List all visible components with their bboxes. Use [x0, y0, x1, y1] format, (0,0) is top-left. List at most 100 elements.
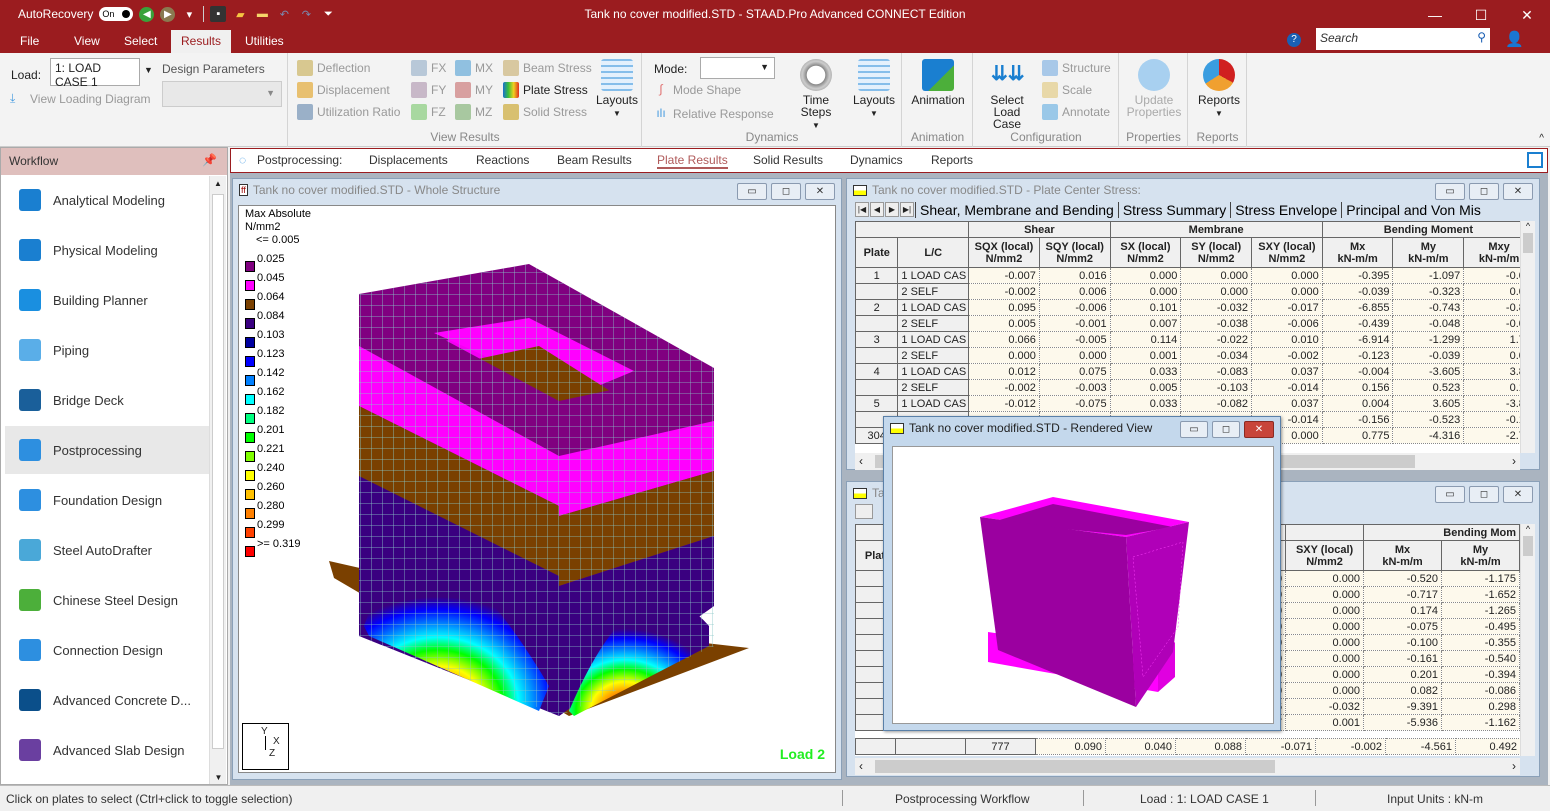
sidebar-item-bridge-deck[interactable]: Bridge Deck	[5, 376, 209, 424]
rendered-viewport[interactable]	[892, 446, 1274, 724]
close-window-button[interactable]: ✕	[805, 183, 835, 200]
column-header[interactable]: SXY (local) N/mm2	[1285, 540, 1365, 571]
layouts-dynamics-button[interactable]: Layouts ▼	[851, 59, 897, 120]
sidebar-item-advanced-slab-design[interactable]: Advanced Slab Design	[5, 726, 209, 774]
sidebar-item-piping[interactable]: Piping	[5, 326, 209, 374]
tab-reactions[interactable]: Reactions	[476, 153, 529, 167]
tab-reports[interactable]: Reports	[931, 153, 973, 167]
user-icon[interactable]: 👤	[1505, 30, 1524, 48]
search-input[interactable]: Search ⚲	[1316, 28, 1490, 50]
my-button[interactable]: MY	[455, 82, 493, 98]
column-header[interactable]: L/C	[897, 237, 970, 268]
time-steps-button[interactable]: Time Steps ▼	[786, 59, 846, 132]
scrollbar-thumb[interactable]	[212, 194, 224, 749]
table-hscroll[interactable]: ‹ ›	[855, 758, 1520, 775]
structure-button[interactable]: Structure	[1042, 60, 1111, 76]
sidebar-item-chinese-steel-design[interactable]: Chinese Steel Design	[5, 576, 209, 624]
sidebar-item-building-planner[interactable]: Building Planner	[5, 276, 209, 324]
table-vscroll[interactable]: ^	[1520, 524, 1535, 756]
sidebar-item-advanced-concrete-d[interactable]: Advanced Concrete D...	[5, 676, 209, 724]
menu-view[interactable]: View	[74, 34, 100, 48]
tab-dynamics[interactable]: Dynamics	[850, 153, 903, 167]
column-header[interactable]: SQX (local) N/mm2	[968, 237, 1040, 268]
displacement-button[interactable]: Displacement	[297, 82, 390, 98]
layout-toggle-icon[interactable]	[1527, 152, 1543, 168]
first-tab-icon[interactable]	[855, 504, 873, 519]
tab-stress-envelope[interactable]: Stress Envelope	[1230, 201, 1341, 218]
scroll-down-icon[interactable]: ▼	[210, 773, 227, 782]
menu-results[interactable]: Results	[171, 30, 232, 53]
structure-viewport[interactable]: Max Absolute N/mm2 <= 0.005 0.025 0.045 0.…	[238, 205, 836, 773]
menu-utilities[interactable]: Utilities	[245, 34, 284, 48]
column-header[interactable]: SY (local) N/mm2	[1180, 237, 1253, 268]
update-properties-button[interactable]: Update Properties	[1124, 59, 1184, 118]
restore-window-button[interactable]: ◻	[771, 183, 801, 200]
column-header[interactable]: My kN-m/m	[1441, 540, 1520, 571]
table-row[interactable]: 0.0000.0000.174-1.265	[1244, 602, 1520, 619]
table-row[interactable]: 0.0000.000-0.161-0.540	[1244, 650, 1520, 667]
fy-button[interactable]: FY	[411, 82, 446, 98]
select-load-case-button[interactable]: ⇊⇊ Select Load Case	[982, 59, 1032, 130]
table-row[interactable]: 11 LOAD CAS -0.007 0.016 0.000 0.000 0.000 -0.…	[855, 267, 1520, 284]
table-row[interactable]: 0.0000.000-0.100-0.355	[1244, 634, 1520, 651]
minimize-window-button[interactable]: ▭	[1180, 421, 1208, 438]
load-select[interactable]: 1: LOAD CASE 1	[50, 58, 140, 89]
mz-button[interactable]: MZ	[455, 104, 492, 120]
tab-stress-summary[interactable]: Stress Summary	[1117, 201, 1230, 218]
table-row[interactable]: 0.0000.0000.201-0.394	[1244, 666, 1520, 683]
table-row[interactable]: 0.0000.000-0.717-1.652	[1244, 586, 1520, 603]
close-window-button[interactable]: ✕	[1503, 183, 1533, 200]
minimize-window-button[interactable]: ▭	[1435, 486, 1465, 503]
annotate-button[interactable]: Annotate	[1042, 104, 1110, 120]
menu-file[interactable]: File	[20, 34, 39, 48]
last-tab-icon[interactable]: ▶|	[900, 202, 914, 217]
close-window-button[interactable]: ✕	[1503, 486, 1533, 503]
table-row[interactable]: 41 LOAD CAS 0.012 0.075 0.033 -0.083 0.037 -0.…	[855, 363, 1520, 380]
mode-select[interactable]: ▼	[700, 57, 775, 79]
table-row[interactable]: 0.0000.000-0.520-1.175	[1244, 570, 1520, 587]
table-row[interactable]: 2 SELF 0.005 -0.001 0.007 -0.038 -0.006 -0.439…	[855, 315, 1520, 332]
tab-beam-results[interactable]: Beam Results	[557, 153, 632, 167]
sidebar-item-steel-autodrafter[interactable]: Steel AutoDrafter	[5, 526, 209, 574]
minimize-window-button[interactable]: ▭	[737, 183, 767, 200]
table-row[interactable]: 2 SELF -0.002 0.006 0.000 0.000 0.000 -0.039 -0…	[855, 283, 1520, 300]
table-row[interactable]: 21 LOAD CAS 0.095 -0.006 0.101 -0.032 -0.017-…	[855, 299, 1520, 316]
restore-window-button[interactable]: ◻	[1212, 421, 1240, 438]
mx-button[interactable]: MX	[455, 60, 493, 76]
minimize-button[interactable]: —	[1412, 0, 1458, 30]
relative-response-button[interactable]: ılı Relative Response	[653, 106, 773, 122]
table-row[interactable]: 31 LOAD CAS 0.066 -0.005 0.114 -0.022 0.010 -6…	[855, 331, 1520, 348]
table-row[interactable]: 0.0000.000-0.075-0.495	[1244, 618, 1520, 635]
sidebar-item-postprocessing[interactable]: Postprocessing	[5, 426, 209, 474]
pin-icon[interactable]: 📌	[202, 153, 217, 167]
sidebar-item-connection-design[interactable]: Connection Design	[5, 626, 209, 674]
table-row[interactable]: 0.0000.0000.082-0.086	[1244, 682, 1520, 699]
table-row[interactable]: -0.0370.001-5.936-1.162	[1244, 714, 1520, 731]
table-row[interactable]: 777 0.090 0.040 0.088 -0.071 -0.002 -4.561 0.49…	[855, 738, 1520, 755]
column-header[interactable]: Mxy kN-m/m	[1463, 237, 1520, 268]
sidebar-item-physical-modeling[interactable]: Physical Modeling	[5, 226, 209, 274]
column-header[interactable]: SXY (local) N/mm2	[1251, 237, 1323, 268]
tab-displacements[interactable]: Displacements	[369, 153, 448, 167]
table-row[interactable]: 51 LOAD CAS -0.012 -0.075 0.033 -0.082 0.037 0…	[855, 395, 1520, 412]
layouts-button[interactable]: Layouts ▼	[595, 59, 639, 120]
tab-solid-results[interactable]: Solid Results	[753, 153, 823, 167]
minimize-window-button[interactable]: ▭	[1435, 183, 1465, 200]
view-loading-diagram-button[interactable]: ⤓ View Loading Diagram	[10, 91, 151, 107]
column-header[interactable]: Mx kN-m/m	[1363, 540, 1442, 571]
column-header[interactable]: Plate	[855, 237, 899, 268]
column-header[interactable]: SQY (local) N/mm2	[1038, 237, 1111, 268]
deflection-button[interactable]: Deflection	[297, 60, 370, 76]
mode-shape-button[interactable]: ∫ Mode Shape	[653, 82, 741, 98]
column-header[interactable]: Mx kN-m/m	[1321, 237, 1394, 268]
table-vscroll[interactable]: ^	[1520, 221, 1535, 453]
tab-shear-membrane-bending[interactable]: Shear, Membrane and Bending	[915, 201, 1118, 218]
column-header[interactable]: SX (local) N/mm2	[1109, 237, 1182, 268]
prev-tab-icon[interactable]: ◀	[870, 202, 884, 217]
first-tab-icon[interactable]: |◀	[855, 202, 869, 217]
beam-stress-button[interactable]: Beam Stress	[503, 60, 592, 76]
restore-window-button[interactable]: ◻	[1469, 486, 1499, 503]
workflow-scrollbar[interactable]: ▲ ▼	[209, 176, 226, 784]
load-dropdown-icon[interactable]: ▼	[144, 65, 153, 75]
close-button[interactable]: ✕	[1504, 0, 1550, 30]
